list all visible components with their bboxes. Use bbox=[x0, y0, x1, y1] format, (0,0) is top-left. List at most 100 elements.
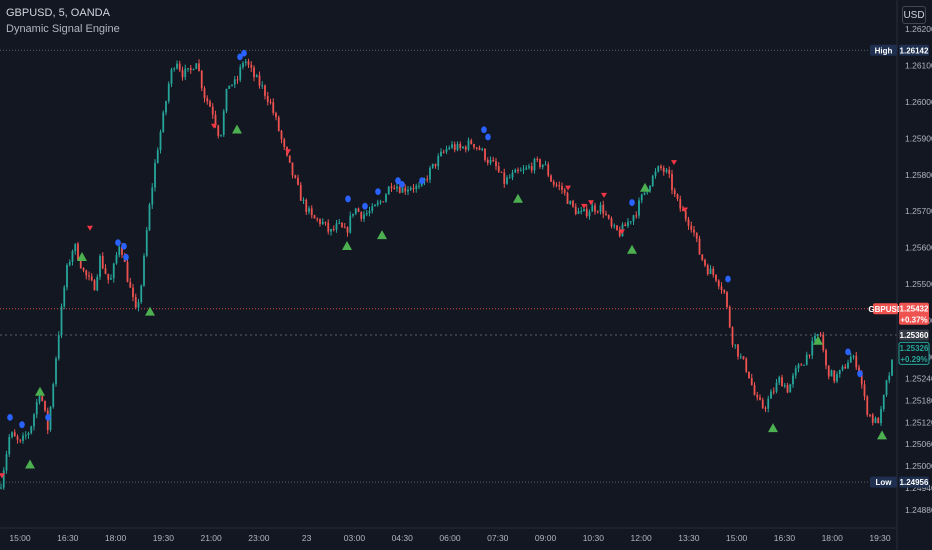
candle bbox=[8, 433, 11, 457]
candle bbox=[599, 201, 602, 215]
candle-body bbox=[528, 166, 530, 168]
candle-body bbox=[195, 63, 198, 70]
candle bbox=[148, 202, 151, 232]
candle bbox=[30, 425, 33, 435]
symbol-price-tag: GBPUSD bbox=[868, 303, 903, 315]
candle bbox=[792, 373, 794, 388]
candle bbox=[720, 282, 723, 294]
candle bbox=[96, 274, 99, 292]
sell-signal-triangle bbox=[285, 149, 291, 155]
candle-body bbox=[228, 85, 231, 89]
candle bbox=[632, 214, 635, 225]
candle-body bbox=[849, 356, 852, 363]
candle-body bbox=[624, 224, 627, 227]
candle-body bbox=[352, 213, 354, 216]
candle bbox=[869, 414, 871, 418]
candle bbox=[236, 75, 239, 84]
candle bbox=[442, 149, 445, 154]
candle-body bbox=[874, 418, 877, 423]
candle-body bbox=[481, 148, 484, 150]
candle bbox=[643, 192, 646, 196]
candle-body bbox=[299, 184, 302, 201]
candle-body bbox=[503, 172, 506, 184]
candle bbox=[712, 266, 715, 278]
candle-body bbox=[244, 61, 247, 63]
candle-body bbox=[418, 185, 420, 187]
buy-signal-triangle bbox=[640, 182, 650, 192]
candle-body bbox=[569, 200, 572, 204]
candle bbox=[847, 359, 849, 369]
candle bbox=[440, 148, 442, 157]
candle bbox=[558, 181, 561, 191]
time-tick-label: 13:30 bbox=[678, 533, 700, 543]
candle-body bbox=[222, 111, 225, 135]
candle bbox=[585, 204, 588, 219]
candle bbox=[580, 206, 583, 215]
candle-body bbox=[115, 254, 118, 264]
candle-body bbox=[398, 186, 401, 193]
candle-body bbox=[294, 175, 297, 178]
price-tick-label: 1.24880 bbox=[905, 505, 932, 515]
candle bbox=[198, 59, 200, 72]
candle-body bbox=[781, 377, 783, 387]
currency-button[interactable]: USD bbox=[902, 6, 926, 24]
candle-body bbox=[181, 70, 184, 78]
candle bbox=[748, 371, 750, 379]
candle-body bbox=[220, 134, 222, 136]
candle bbox=[209, 99, 211, 107]
candle bbox=[118, 245, 121, 258]
candle-body bbox=[277, 117, 280, 131]
candle bbox=[332, 225, 335, 232]
candle bbox=[132, 283, 134, 302]
candle bbox=[60, 303, 63, 338]
candle bbox=[316, 217, 319, 222]
candle-body bbox=[547, 164, 550, 176]
candle-body bbox=[404, 187, 407, 192]
candle bbox=[522, 164, 525, 175]
candle-body bbox=[836, 374, 838, 382]
indicator-label[interactable]: Dynamic Signal Engine bbox=[6, 23, 120, 35]
time-tick-label: 06:00 bbox=[439, 533, 461, 543]
candle bbox=[63, 285, 66, 310]
candle bbox=[294, 174, 297, 179]
candle bbox=[723, 289, 726, 295]
candle-body bbox=[74, 243, 77, 252]
candle-body bbox=[143, 255, 145, 286]
candle bbox=[877, 416, 880, 424]
candle bbox=[151, 183, 154, 209]
candle bbox=[418, 182, 420, 190]
candle-body bbox=[349, 215, 352, 233]
candle bbox=[365, 209, 368, 217]
candle-body bbox=[387, 186, 390, 195]
price-chart[interactable]: 1.26200 1.26100 1.26000 1.25900 1.25800 1.257… bbox=[0, 0, 932, 550]
candle-body bbox=[638, 200, 640, 216]
time-axis[interactable]: 15:00 16:30 18:00 19:30 21:00 23:00 23 03:00 04:… bbox=[9, 533, 891, 543]
candle-body bbox=[695, 232, 698, 239]
candle bbox=[297, 174, 299, 186]
candle-body bbox=[706, 265, 709, 274]
candle-body bbox=[753, 384, 756, 395]
candle-body bbox=[660, 166, 662, 168]
candle bbox=[305, 198, 308, 215]
candle bbox=[385, 192, 387, 203]
candle-body bbox=[649, 185, 651, 192]
price-axis[interactable]: 1.26200 1.26100 1.26000 1.25900 1.25800 1.257… bbox=[905, 24, 932, 515]
candle-body bbox=[561, 186, 563, 190]
candle-body bbox=[657, 166, 660, 172]
candle bbox=[143, 253, 145, 288]
candle bbox=[811, 336, 814, 360]
candle-body bbox=[442, 151, 445, 153]
candle bbox=[112, 262, 115, 283]
candle-body bbox=[112, 263, 115, 279]
candle bbox=[302, 197, 305, 205]
candle-body bbox=[178, 63, 181, 71]
buy-signal-triangle bbox=[877, 430, 887, 440]
dot-signal bbox=[419, 177, 425, 185]
candle bbox=[352, 213, 354, 218]
candle bbox=[550, 174, 552, 182]
candle-body bbox=[291, 162, 294, 176]
candle-body bbox=[844, 366, 847, 369]
candle-body bbox=[209, 101, 211, 107]
candle bbox=[459, 141, 462, 151]
symbol-title[interactable]: GBPUSD, 5, OANDA bbox=[6, 7, 110, 19]
